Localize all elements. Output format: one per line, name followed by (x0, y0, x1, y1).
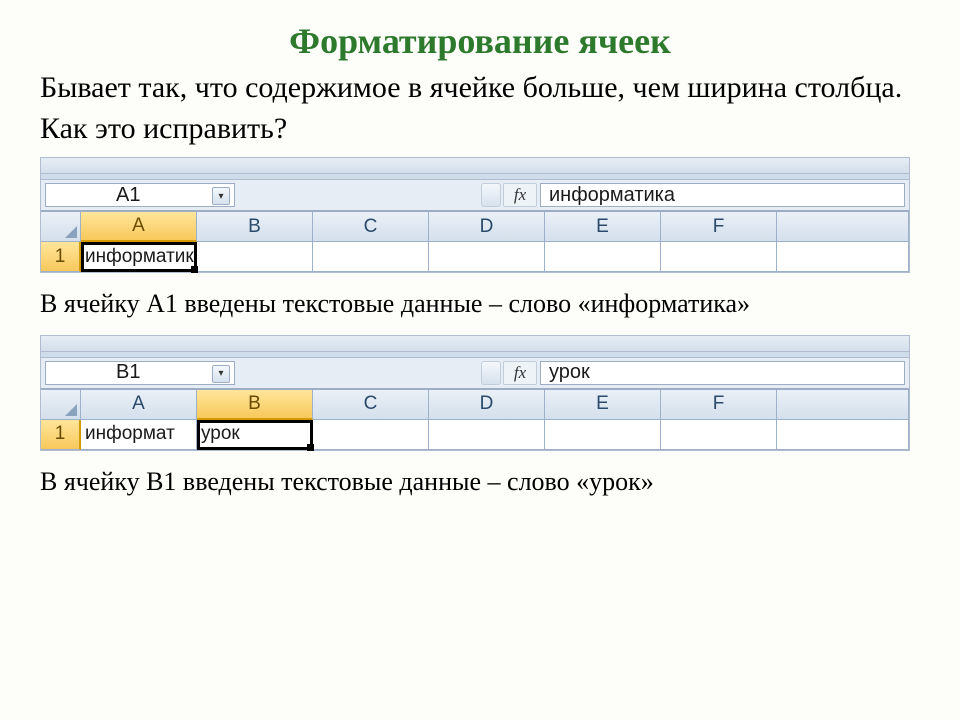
cell-B1[interactable]: урок (197, 420, 313, 450)
formula-bar[interactable]: урок (540, 361, 905, 385)
name-box-value: A1 (116, 184, 140, 207)
caption-1: В ячейку А1 введены текстовые данные – с… (40, 287, 920, 321)
formula-expand-button[interactable] (481, 361, 501, 385)
cell-B1-text: урок (201, 423, 240, 445)
col-header-A[interactable]: A (81, 212, 197, 242)
col-header-D[interactable]: D (429, 390, 545, 420)
select-all-corner[interactable] (41, 390, 81, 420)
col-header-F[interactable]: F (661, 212, 777, 242)
cell-D1[interactable] (429, 242, 545, 272)
cell-A1[interactable]: информат (81, 420, 197, 450)
select-all-corner[interactable] (41, 212, 81, 242)
name-box-value: B1 (116, 361, 140, 384)
formula-expand-button[interactable] (481, 183, 501, 207)
excel-fragment-1: A1 ▾ fx информатика A B C D E F 1 информ… (40, 157, 910, 273)
cell-A1-text: информатика (85, 246, 205, 268)
col-header-E[interactable]: E (545, 390, 661, 420)
fx-icon[interactable]: fx (503, 183, 537, 207)
excel-fragment-2: B1 ▾ fx урок A B C D E F 1 информат урок (40, 335, 910, 451)
cell-A1[interactable]: информатика (81, 242, 197, 272)
cell-A1-text: информат (85, 423, 175, 445)
intro-paragraph: Бывает так, что содержимое в ячейке боль… (40, 68, 920, 149)
col-header-F[interactable]: F (661, 390, 777, 420)
cell-E1[interactable] (545, 420, 661, 450)
cell-F1[interactable] (661, 420, 777, 450)
formula-bar-value: информатика (549, 184, 675, 207)
chevron-down-icon[interactable]: ▾ (212, 365, 230, 383)
name-box[interactable]: A1 ▾ (45, 183, 235, 207)
cell-D1[interactable] (429, 420, 545, 450)
cell-B1[interactable] (197, 242, 313, 272)
col-header-C[interactable]: C (313, 212, 429, 242)
cell-C1[interactable] (313, 420, 429, 450)
cell-F1[interactable] (661, 242, 777, 272)
page-title: Форматирование ячеек (40, 20, 920, 62)
chevron-down-icon[interactable]: ▾ (212, 187, 230, 205)
row-header-1[interactable]: 1 (41, 420, 81, 450)
cell-C1[interactable] (313, 242, 429, 272)
col-header-D[interactable]: D (429, 212, 545, 242)
cell-E1[interactable] (545, 242, 661, 272)
col-header-extra[interactable] (777, 212, 909, 242)
col-header-C[interactable]: C (313, 390, 429, 420)
formula-bar-value: урок (549, 361, 590, 384)
name-box[interactable]: B1 ▾ (45, 361, 235, 385)
row-header-1[interactable]: 1 (41, 242, 81, 272)
fx-icon[interactable]: fx (503, 361, 537, 385)
cell-extra[interactable] (777, 242, 909, 272)
col-header-extra[interactable] (777, 390, 909, 420)
col-header-B[interactable]: B (197, 212, 313, 242)
cell-extra[interactable] (777, 420, 909, 450)
caption-2: В ячейку В1 введены текстовые данные – с… (40, 465, 920, 499)
col-header-A[interactable]: A (81, 390, 197, 420)
formula-bar[interactable]: информатика (540, 183, 905, 207)
col-header-E[interactable]: E (545, 212, 661, 242)
col-header-B[interactable]: B (197, 390, 313, 420)
